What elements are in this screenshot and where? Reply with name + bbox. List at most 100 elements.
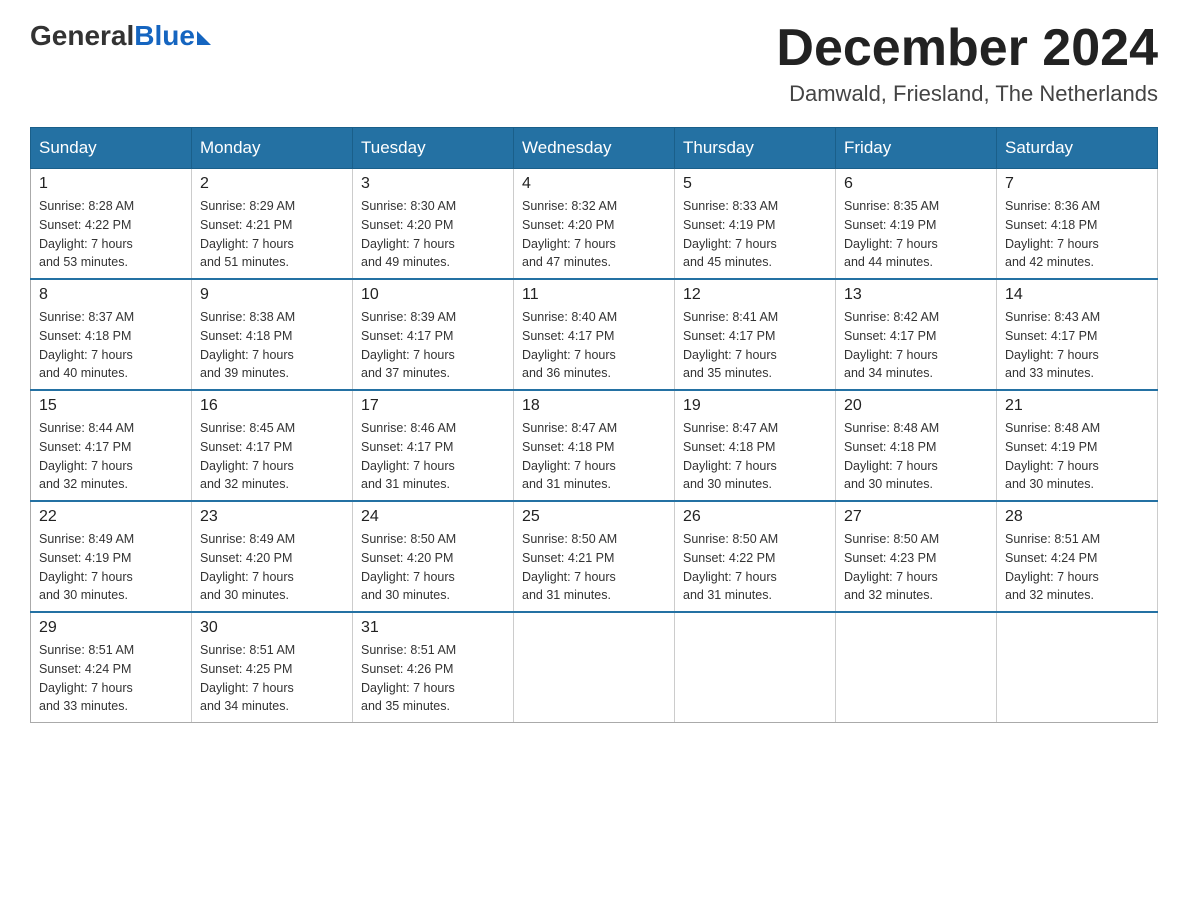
day-info: Sunrise: 8:28 AMSunset: 4:22 PMDaylight:… (39, 197, 183, 272)
day-cell: 2 Sunrise: 8:29 AMSunset: 4:21 PMDaylight… (192, 169, 353, 280)
day-cell: 16 Sunrise: 8:45 AMSunset: 4:17 PMDayligh… (192, 390, 353, 501)
day-cell: 13 Sunrise: 8:42 AMSunset: 4:17 PMDayligh… (836, 279, 997, 390)
day-number: 22 (39, 508, 183, 526)
header-row: SundayMondayTuesdayWednesdayThursdayFrid… (31, 128, 1158, 169)
day-number: 5 (683, 175, 827, 193)
day-number: 10 (361, 286, 505, 304)
day-cell: 11 Sunrise: 8:40 AMSunset: 4:17 PMDayligh… (514, 279, 675, 390)
day-number: 14 (1005, 286, 1149, 304)
day-cell: 22 Sunrise: 8:49 AMSunset: 4:19 PMDayligh… (31, 501, 192, 612)
day-info: Sunrise: 8:48 AMSunset: 4:18 PMDaylight:… (844, 419, 988, 494)
month-year-title: December 2024 (776, 20, 1158, 77)
logo-text: General Blue (30, 20, 211, 52)
day-info: Sunrise: 8:29 AMSunset: 4:21 PMDaylight:… (200, 197, 344, 272)
day-cell: 3Sunrise: 8:30 AMSunset: 4:20 PMDaylight… (353, 169, 514, 280)
day-info: Sunrise: 8:42 AMSunset: 4:17 PMDaylight:… (844, 308, 988, 383)
day-cell: 27 Sunrise: 8:50 AMSunset: 4:23 PMDayligh… (836, 501, 997, 612)
day-number: 30 (200, 619, 344, 637)
day-info: Sunrise: 8:46 AMSunset: 4:17 PMDaylight:… (361, 419, 505, 494)
day-info: Sunrise: 8:50 AMSunset: 4:20 PMDaylight:… (361, 530, 505, 605)
logo-triangle-icon (197, 31, 211, 45)
day-info: Sunrise: 8:51 AMSunset: 4:24 PMDaylight:… (1005, 530, 1149, 605)
day-info: Sunrise: 8:50 AMSunset: 4:23 PMDaylight:… (844, 530, 988, 605)
day-cell (997, 612, 1158, 723)
day-cell: 10Sunrise: 8:39 AMSunset: 4:17 PMDayligh… (353, 279, 514, 390)
day-info: Sunrise: 8:33 AMSunset: 4:19 PMDaylight:… (683, 197, 827, 272)
day-number: 21 (1005, 397, 1149, 415)
header-thursday: Thursday (675, 128, 836, 169)
day-cell: 26 Sunrise: 8:50 AMSunset: 4:22 PMDayligh… (675, 501, 836, 612)
day-number: 6 (844, 175, 988, 193)
day-number: 11 (522, 286, 666, 304)
day-cell (675, 612, 836, 723)
week-row-1: 1 Sunrise: 8:28 AMSunset: 4:22 PMDaylight… (31, 169, 1158, 280)
day-cell: 28Sunrise: 8:51 AMSunset: 4:24 PMDayligh… (997, 501, 1158, 612)
day-number: 23 (200, 508, 344, 526)
day-number: 13 (844, 286, 988, 304)
day-cell: 8Sunrise: 8:37 AMSunset: 4:18 PMDaylight… (31, 279, 192, 390)
day-number: 24 (361, 508, 505, 526)
logo-general: General (30, 20, 134, 52)
day-info: Sunrise: 8:38 AMSunset: 4:18 PMDaylight:… (200, 308, 344, 383)
day-number: 2 (200, 175, 344, 193)
day-info: Sunrise: 8:45 AMSunset: 4:17 PMDaylight:… (200, 419, 344, 494)
day-info: Sunrise: 8:32 AMSunset: 4:20 PMDaylight:… (522, 197, 666, 272)
day-cell: 5 Sunrise: 8:33 AMSunset: 4:19 PMDaylight… (675, 169, 836, 280)
day-cell: 31 Sunrise: 8:51 AMSunset: 4:26 PMDayligh… (353, 612, 514, 723)
day-cell: 17 Sunrise: 8:46 AMSunset: 4:17 PMDayligh… (353, 390, 514, 501)
page-header: General Blue December 2024 Damwald, Frie… (30, 20, 1158, 107)
day-number: 20 (844, 397, 988, 415)
day-cell: 29 Sunrise: 8:51 AMSunset: 4:24 PMDayligh… (31, 612, 192, 723)
day-cell: 18 Sunrise: 8:47 AMSunset: 4:18 PMDayligh… (514, 390, 675, 501)
day-number: 27 (844, 508, 988, 526)
day-info: Sunrise: 8:51 AMSunset: 4:25 PMDaylight:… (200, 641, 344, 716)
day-info: Sunrise: 8:37 AMSunset: 4:18 PMDaylight:… (39, 308, 183, 383)
day-cell: 12 Sunrise: 8:41 AMSunset: 4:17 PMDayligh… (675, 279, 836, 390)
day-info: Sunrise: 8:41 AMSunset: 4:17 PMDaylight:… (683, 308, 827, 383)
header-monday: Monday (192, 128, 353, 169)
day-info: Sunrise: 8:51 AMSunset: 4:26 PMDaylight:… (361, 641, 505, 716)
day-cell: 7 Sunrise: 8:36 AMSunset: 4:18 PMDaylight… (997, 169, 1158, 280)
day-cell: 15 Sunrise: 8:44 AMSunset: 4:17 PMDayligh… (31, 390, 192, 501)
day-number: 26 (683, 508, 827, 526)
day-number: 1 (39, 175, 183, 193)
day-cell: 25Sunrise: 8:50 AMSunset: 4:21 PMDayligh… (514, 501, 675, 612)
logo-blue-text: Blue (134, 20, 195, 52)
location-subtitle: Damwald, Friesland, The Netherlands (776, 81, 1158, 107)
day-info: Sunrise: 8:35 AMSunset: 4:19 PMDaylight:… (844, 197, 988, 272)
day-number: 4 (522, 175, 666, 193)
day-number: 25 (522, 508, 666, 526)
day-info: Sunrise: 8:44 AMSunset: 4:17 PMDaylight:… (39, 419, 183, 494)
day-info: Sunrise: 8:49 AMSunset: 4:20 PMDaylight:… (200, 530, 344, 605)
day-info: Sunrise: 8:40 AMSunset: 4:17 PMDaylight:… (522, 308, 666, 383)
week-row-5: 29 Sunrise: 8:51 AMSunset: 4:24 PMDayligh… (31, 612, 1158, 723)
day-info: Sunrise: 8:47 AMSunset: 4:18 PMDaylight:… (683, 419, 827, 494)
day-number: 31 (361, 619, 505, 637)
day-cell: 4 Sunrise: 8:32 AMSunset: 4:20 PMDaylight… (514, 169, 675, 280)
day-cell: 21Sunrise: 8:48 AMSunset: 4:19 PMDayligh… (997, 390, 1158, 501)
day-info: Sunrise: 8:50 AMSunset: 4:22 PMDaylight:… (683, 530, 827, 605)
week-row-3: 15 Sunrise: 8:44 AMSunset: 4:17 PMDayligh… (31, 390, 1158, 501)
header-saturday: Saturday (997, 128, 1158, 169)
day-cell: 19Sunrise: 8:47 AMSunset: 4:18 PMDayligh… (675, 390, 836, 501)
day-info: Sunrise: 8:36 AMSunset: 4:18 PMDaylight:… (1005, 197, 1149, 272)
day-number: 17 (361, 397, 505, 415)
week-row-4: 22 Sunrise: 8:49 AMSunset: 4:19 PMDayligh… (31, 501, 1158, 612)
day-info: Sunrise: 8:51 AMSunset: 4:24 PMDaylight:… (39, 641, 183, 716)
day-number: 18 (522, 397, 666, 415)
day-number: 16 (200, 397, 344, 415)
day-number: 15 (39, 397, 183, 415)
day-cell: 1 Sunrise: 8:28 AMSunset: 4:22 PMDaylight… (31, 169, 192, 280)
day-cell (836, 612, 997, 723)
day-number: 7 (1005, 175, 1149, 193)
day-cell: 23 Sunrise: 8:49 AMSunset: 4:20 PMDayligh… (192, 501, 353, 612)
day-info: Sunrise: 8:47 AMSunset: 4:18 PMDaylight:… (522, 419, 666, 494)
day-cell: 30 Sunrise: 8:51 AMSunset: 4:25 PMDayligh… (192, 612, 353, 723)
day-number: 29 (39, 619, 183, 637)
header-wednesday: Wednesday (514, 128, 675, 169)
day-cell (514, 612, 675, 723)
header-sunday: Sunday (31, 128, 192, 169)
day-info: Sunrise: 8:49 AMSunset: 4:19 PMDaylight:… (39, 530, 183, 605)
day-number: 12 (683, 286, 827, 304)
day-cell: 6 Sunrise: 8:35 AMSunset: 4:19 PMDaylight… (836, 169, 997, 280)
